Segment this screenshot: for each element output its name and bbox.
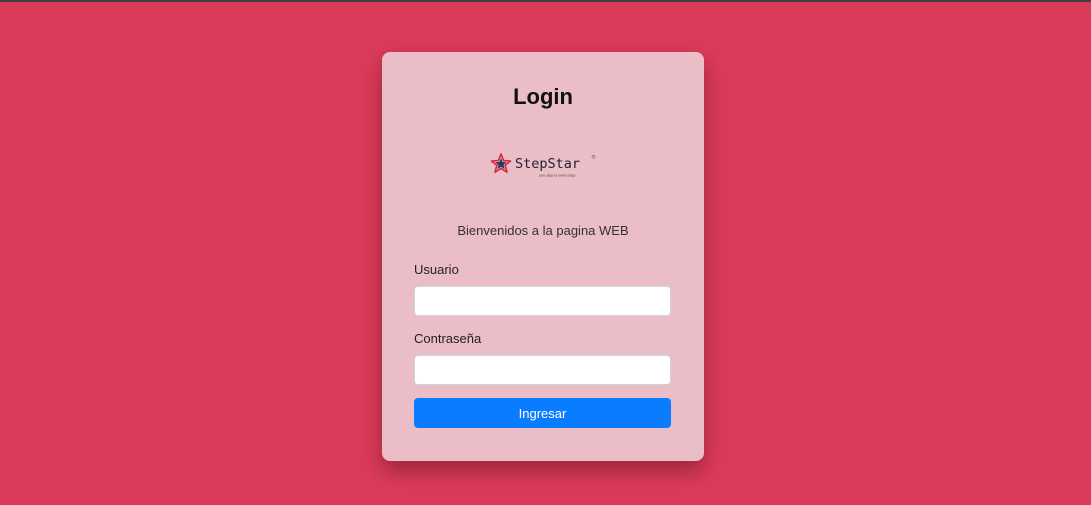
login-card: Login StepStar ® you step is every step … <box>382 52 704 461</box>
star-icon <box>490 153 512 174</box>
page-title: Login <box>513 84 573 109</box>
window-top-border <box>0 0 1091 2</box>
logo-trademark: ® <box>591 154 596 161</box>
username-label: Usuario <box>414 262 459 277</box>
password-input[interactable] <box>414 355 671 385</box>
username-input[interactable] <box>414 286 671 316</box>
password-label: Contraseña <box>414 331 482 346</box>
welcome-text: Bienvenidos a la pagina WEB <box>457 223 629 238</box>
logo-brand-text: StepStar <box>515 156 580 172</box>
brand-logo: StepStar ® you step is every step <box>490 152 596 180</box>
logo-tagline: you step is every step <box>539 174 575 178</box>
login-submit-button[interactable]: Ingresar <box>414 398 671 428</box>
